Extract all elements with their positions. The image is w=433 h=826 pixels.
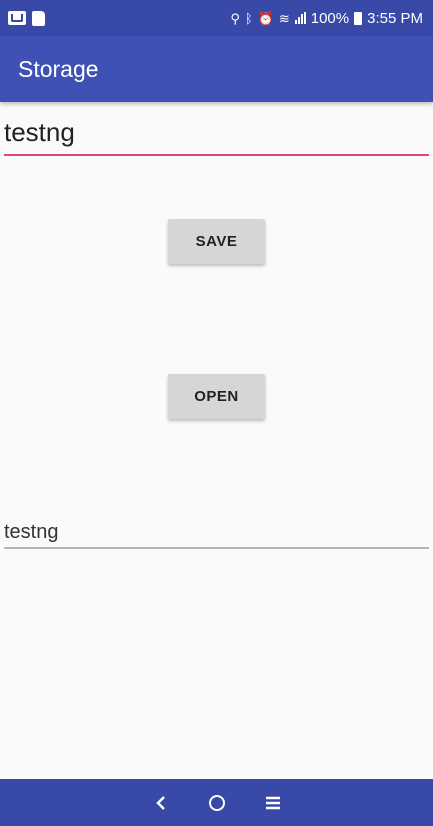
battery-percent: 100% <box>310 9 350 27</box>
home-icon[interactable] <box>208 794 225 811</box>
status-left <box>8 10 45 26</box>
navigation-bar <box>0 779 433 826</box>
wifi-icon: ≋ <box>278 10 290 26</box>
bluetooth-icon: ᛒ <box>244 10 253 26</box>
app-bar: Storage <box>0 36 433 102</box>
save-button[interactable]: SAVE <box>168 219 265 264</box>
mail-icon <box>8 11 26 25</box>
text-input[interactable] <box>4 112 429 156</box>
recents-icon[interactable] <box>263 795 283 811</box>
status-right: ⚲ ᛒ ⏰ ≋ 100% 3:55 PM <box>230 10 423 27</box>
location-icon: ⚲ <box>230 10 240 26</box>
status-bar: ⚲ ᛒ ⏰ ≋ 100% 3:55 PM <box>0 0 433 36</box>
back-icon[interactable] <box>151 793 171 813</box>
output-text: testng <box>4 518 429 549</box>
signal-icon <box>294 12 306 24</box>
sd-card-icon <box>32 10 45 26</box>
battery-icon <box>354 11 363 25</box>
alarm-icon: ⏰ <box>257 10 274 26</box>
open-button[interactable]: OPEN <box>168 374 265 419</box>
clock: 3:55 PM <box>367 9 423 27</box>
app-title: Storage <box>18 55 99 82</box>
